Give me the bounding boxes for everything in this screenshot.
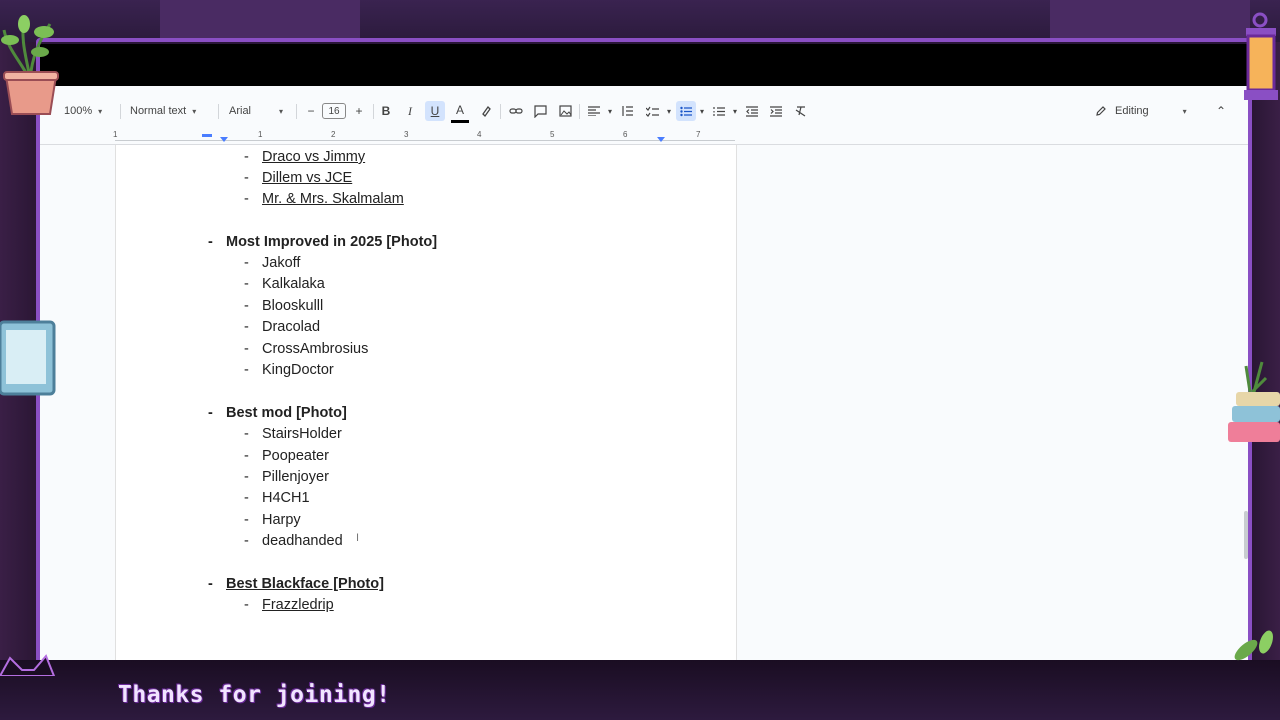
plant-icon [1, 15, 59, 115]
overlay-beam [160, 0, 360, 40]
leaves-icon [1234, 630, 1273, 661]
books-icon [1228, 361, 1280, 442]
overlay-top-bar [0, 0, 1280, 42]
cat-ears-icon [0, 654, 56, 676]
lantern-icon [1244, 12, 1278, 100]
picture-frame-icon [0, 320, 56, 396]
overlay-caption: Thanks for joining! [118, 682, 391, 708]
overlay-frame-border [36, 38, 1252, 664]
overlay-beam [1050, 0, 1250, 40]
